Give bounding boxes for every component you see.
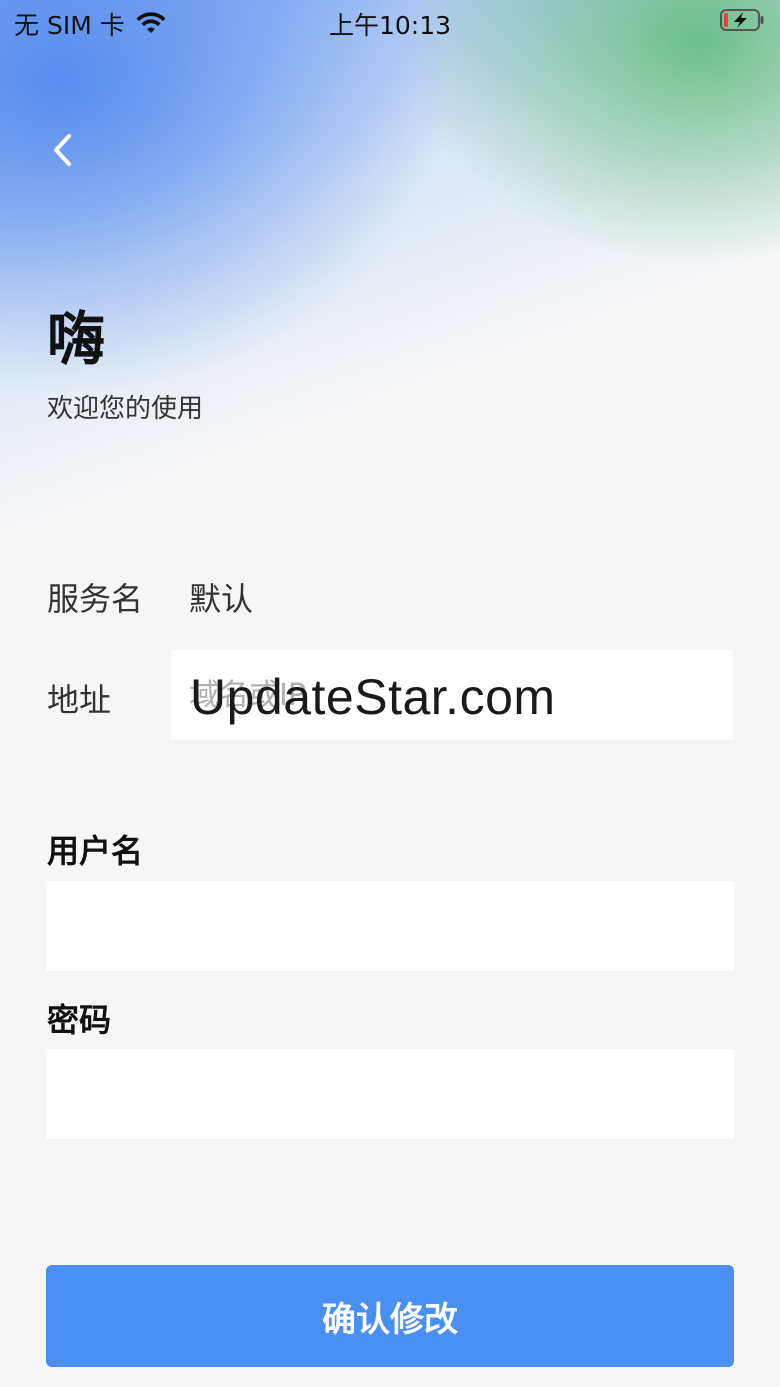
password-label: 密码 [47,1001,112,1039]
chevron-left-icon [54,134,71,166]
password-input[interactable] [46,1049,734,1139]
greeting-title: 嗨 [47,305,106,373]
confirm-button[interactable]: 确认修改 [46,1265,734,1367]
header-gradient-background [0,0,780,620]
status-time: 上午10:13 [328,11,452,40]
back-button[interactable] [40,128,84,172]
username-input[interactable] [46,881,734,971]
status-bar: 无 SIM 卡 上午10:13 [0,0,780,44]
address-label: 地址 [47,681,112,719]
service-name-label: 服务名 [47,580,144,618]
address-input[interactable] [171,650,733,740]
battery-charging-icon [720,9,764,31]
welcome-subtitle: 欢迎您的使用 [47,394,204,424]
service-name-value: 默认 [189,580,254,618]
username-label: 用户名 [47,832,144,870]
